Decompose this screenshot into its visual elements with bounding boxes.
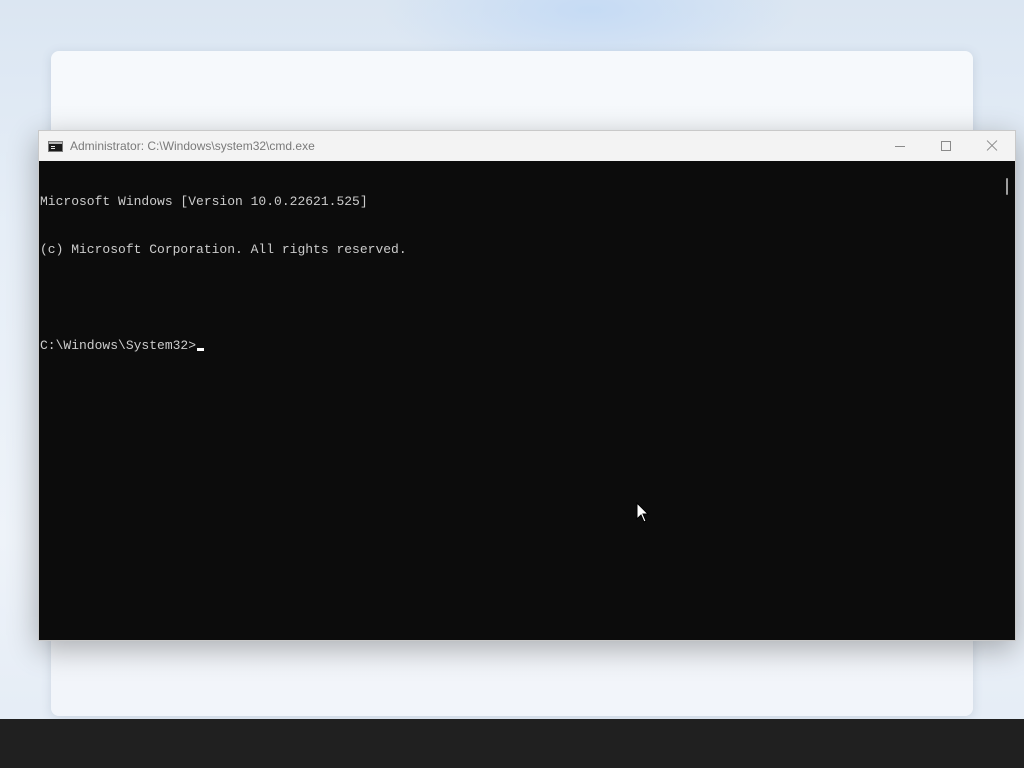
scrollbar-thumb[interactable] xyxy=(1006,178,1008,195)
console-line: (c) Microsoft Corporation. All rights re… xyxy=(40,242,407,257)
mouse-pointer-icon xyxy=(636,502,650,523)
cmd-icon[interactable] xyxy=(48,140,63,152)
cmd-window[interactable]: Administrator: C:\Windows\system32\cmd.e… xyxy=(38,130,1016,641)
minimize-icon xyxy=(895,146,905,147)
minimize-button[interactable] xyxy=(877,131,923,161)
title-bar[interactable]: Administrator: C:\Windows\system32\cmd.e… xyxy=(39,131,1015,161)
taskbar[interactable] xyxy=(0,719,1024,768)
caption-buttons xyxy=(877,131,1015,161)
window-title: Administrator: C:\Windows\system32\cmd.e… xyxy=(70,139,315,153)
maximize-icon xyxy=(941,141,951,151)
text-cursor xyxy=(197,348,205,351)
prompt-line[interactable]: C:\Windows\System32> xyxy=(40,338,999,354)
command-prompt: C:\Windows\System32> xyxy=(40,338,197,353)
vertical-scrollbar[interactable] xyxy=(999,161,1015,640)
console-output[interactable]: Microsoft Windows [Version 10.0.22621.52… xyxy=(39,161,999,640)
console-line: Microsoft Windows [Version 10.0.22621.52… xyxy=(40,194,368,209)
close-icon xyxy=(987,141,997,151)
close-button[interactable] xyxy=(969,131,1015,161)
maximize-button[interactable] xyxy=(923,131,969,161)
